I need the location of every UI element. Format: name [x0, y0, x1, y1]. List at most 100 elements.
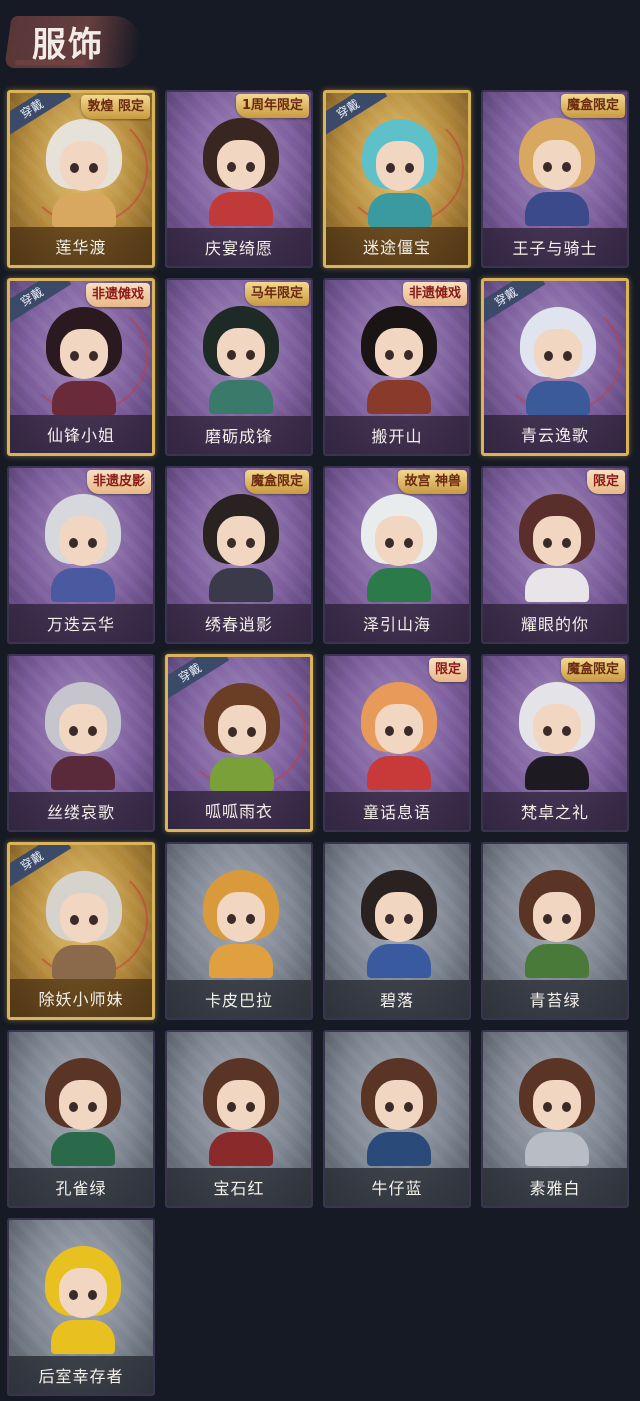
costume-name-bar: 呱呱雨衣	[168, 791, 310, 829]
costume-card[interactable]: 宝石红	[165, 1030, 313, 1208]
costume-name-bar: 卡皮巴拉	[167, 980, 311, 1018]
character-portrait	[43, 494, 123, 602]
limited-badge: 魔盒限定	[560, 94, 625, 118]
costume-card[interactable]: 碧落	[323, 842, 471, 1020]
character-portrait	[359, 1058, 439, 1166]
costume-name: 碧落	[379, 991, 414, 1010]
costume-name-bar: 王子与骑士	[483, 228, 627, 266]
costume-card[interactable]: 搬开山 非遗傩戏	[323, 278, 471, 456]
costume-name-bar: 除妖小师妹	[10, 979, 152, 1017]
costume-card[interactable]: 庆宴绮愿 1周年限定	[165, 90, 313, 268]
costume-name: 宝石红	[213, 1179, 265, 1198]
costume-card[interactable]: 绣春逍影 魔盒限定	[165, 466, 313, 644]
costume-card[interactable]: 莲华渡 穿戴 敦煌 限定	[7, 90, 155, 268]
character-portrait	[517, 118, 597, 226]
limited-badge: 1周年限定	[235, 94, 309, 118]
costume-card[interactable]: 迷途僵宝 穿戴	[323, 90, 471, 268]
costume-card[interactable]: 童话息语 限定	[323, 654, 471, 832]
costume-name-bar: 宝石红	[167, 1168, 311, 1206]
costume-name: 梵卓之礼	[520, 803, 589, 822]
costume-name: 素雅白	[529, 1179, 581, 1198]
costume-name-bar: 泽引山海	[325, 604, 469, 642]
costume-name-bar: 牛仔蓝	[325, 1168, 469, 1206]
costume-name-bar: 万迭云华	[9, 604, 153, 642]
costume-grid: 莲华渡 穿戴 敦煌 限定 庆宴绮愿 1周年限定 迷途僵宝 穿戴 王子与骑士 魔盒限定 仙锋小姐 穿戴…	[0, 0, 640, 1401]
costume-name: 仙锋小姐	[46, 426, 115, 445]
costume-card[interactable]: 仙锋小姐 穿戴 非遗傩戏	[7, 278, 155, 456]
costume-card[interactable]: 素雅白	[481, 1030, 629, 1208]
limited-badge: 非遗傩戏	[402, 282, 467, 306]
limited-badge: 故宫 神兽	[398, 470, 467, 494]
limited-badge: 魔盒限定	[244, 470, 309, 494]
costume-name-bar: 迷途僵宝	[326, 227, 468, 265]
costume-card[interactable]: 王子与骑士 魔盒限定	[481, 90, 629, 268]
costume-name: 莲华渡	[55, 238, 107, 257]
costume-name: 青苔绿	[529, 991, 581, 1010]
costume-name-bar: 搬开山	[325, 416, 469, 454]
costume-name-bar: 莲华渡	[10, 227, 152, 265]
limited-badge: 限定	[428, 658, 467, 682]
character-portrait	[44, 307, 124, 415]
costume-card[interactable]: 孔雀绿	[7, 1030, 155, 1208]
costume-card[interactable]: 后室幸存者	[7, 1218, 155, 1396]
character-portrait	[359, 306, 439, 414]
costume-name-bar: 庆宴绮愿	[167, 228, 311, 266]
costume-card[interactable]: 磨砺成锋 马年限定	[165, 278, 313, 456]
costume-name-bar: 梵卓之礼	[483, 792, 627, 830]
costume-name-bar: 仙锋小姐	[10, 415, 152, 453]
costume-card[interactable]: 万迭云华 非遗皮影	[7, 466, 155, 644]
costume-name-bar: 童话息语	[325, 792, 469, 830]
costume-name: 青云逸歌	[520, 426, 589, 445]
character-portrait	[360, 119, 440, 227]
costume-card[interactable]: 梵卓之礼 魔盒限定	[481, 654, 629, 832]
costume-card[interactable]: 呱呱雨衣 穿戴	[165, 654, 313, 832]
character-portrait	[44, 119, 124, 227]
character-portrait	[517, 1058, 597, 1166]
costume-card[interactable]: 青云逸歌 穿戴	[481, 278, 629, 456]
costume-card[interactable]: 除妖小师妹 穿戴	[7, 842, 155, 1020]
costume-card[interactable]: 耀眼的你 限定	[481, 466, 629, 644]
character-portrait	[517, 494, 597, 602]
costume-name-bar: 丝缕哀歌	[9, 792, 153, 830]
costume-card[interactable]: 卡皮巴拉	[165, 842, 313, 1020]
costume-name: 耀眼的你	[520, 615, 589, 634]
costume-name-bar: 磨砺成锋	[167, 416, 311, 454]
character-portrait	[43, 682, 123, 790]
costume-name-bar: 青苔绿	[483, 980, 627, 1018]
character-portrait	[517, 870, 597, 978]
costume-name: 磨砺成锋	[204, 427, 273, 446]
character-portrait	[44, 871, 124, 979]
costume-card[interactable]: 牛仔蓝	[323, 1030, 471, 1208]
limited-badge: 敦煌 限定	[81, 95, 150, 119]
costume-name: 搬开山	[371, 427, 423, 446]
costume-name-bar: 孔雀绿	[9, 1168, 153, 1206]
costume-name: 万迭云华	[46, 615, 115, 634]
costume-name: 庆宴绮愿	[204, 239, 273, 258]
character-portrait	[518, 307, 598, 415]
limited-badge: 非遗皮影	[86, 470, 151, 494]
costume-card[interactable]: 青苔绿	[481, 842, 629, 1020]
costume-card[interactable]: 泽引山海 故宫 神兽	[323, 466, 471, 644]
character-portrait	[201, 118, 281, 226]
character-portrait	[201, 870, 281, 978]
costume-name: 丝缕哀歌	[46, 803, 115, 822]
character-portrait	[201, 306, 281, 414]
costume-name: 卡皮巴拉	[204, 991, 273, 1010]
costume-name-bar: 碧落	[325, 980, 469, 1018]
costume-name: 王子与骑士	[512, 239, 598, 258]
character-portrait	[201, 1058, 281, 1166]
character-portrait	[359, 870, 439, 978]
costume-name-bar: 后室幸存者	[9, 1356, 153, 1394]
costume-name: 迷途僵宝	[362, 238, 431, 257]
costume-name: 后室幸存者	[38, 1367, 124, 1386]
costume-name: 牛仔蓝	[371, 1179, 423, 1198]
costume-name: 童话息语	[362, 803, 431, 822]
costume-card[interactable]: 丝缕哀歌	[7, 654, 155, 832]
limited-badge: 马年限定	[244, 282, 309, 306]
character-portrait	[359, 682, 439, 790]
character-portrait	[359, 494, 439, 602]
costume-name: 绣春逍影	[204, 615, 273, 634]
character-portrait	[202, 683, 282, 791]
character-portrait	[517, 682, 597, 790]
limited-badge: 限定	[586, 470, 625, 494]
